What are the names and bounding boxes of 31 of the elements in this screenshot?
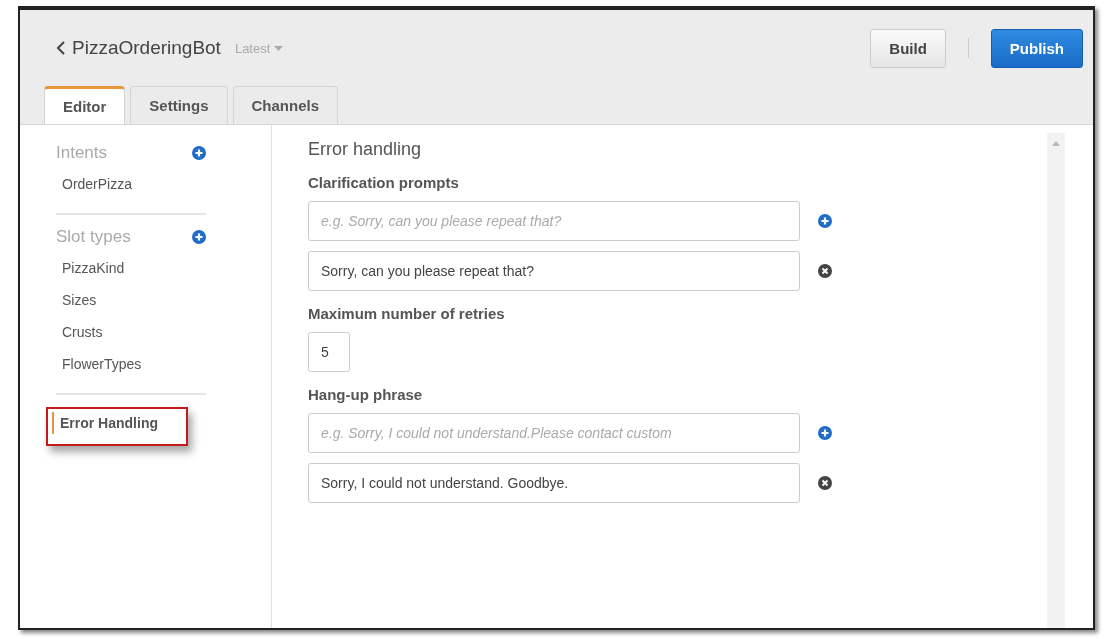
remove-icon[interactable] [818,264,832,278]
build-button[interactable]: Build [870,28,946,68]
tab[interactable]: Settings [130,86,228,124]
remove-icon[interactable] [818,476,832,490]
sidebar-item[interactable]: Sizes [56,289,103,311]
field-label: Maximum number of retries [308,305,505,322]
add-icon[interactable] [818,214,832,228]
add-icon[interactable] [192,230,206,244]
field-label: Hang-up phrase [308,386,423,403]
page-title: Error handling [308,139,422,160]
input-field[interactable]: e.g. Sorry, can you please repeat that? [308,201,800,241]
field-label: Clarification prompts [308,174,459,191]
section-title: Slot types [56,227,131,247]
back-icon[interactable] [56,40,66,56]
tab[interactable]: Channels [232,86,339,124]
sidebar-item[interactable]: OrderPizza [56,173,139,195]
sidebar-item[interactable]: Crusts [56,321,109,343]
section-title: Intents [56,143,108,163]
sidebar-item[interactable]: Error Handling [52,412,164,434]
caret-icon [274,45,284,51]
sidebar-item[interactable]: PizzaKind [56,257,131,279]
number-field[interactable]: 5 [308,332,350,372]
tab[interactable]: Editor [44,86,126,124]
bot-title: PizzaOrderingBot [72,37,221,59]
sidebar-item[interactable]: FlowerTypes [56,353,148,375]
add-icon[interactable] [818,426,832,440]
input-field[interactable]: Sorry, can you please repeat that? [308,251,800,291]
add-icon[interactable] [192,146,206,160]
publish-button[interactable]: Publish [990,28,1083,68]
input-field[interactable]: e.g. Sorry, I could not understand.Please contact custom [308,413,800,453]
input-field[interactable]: Sorry, I could not understand. Goodbye. [308,463,800,503]
